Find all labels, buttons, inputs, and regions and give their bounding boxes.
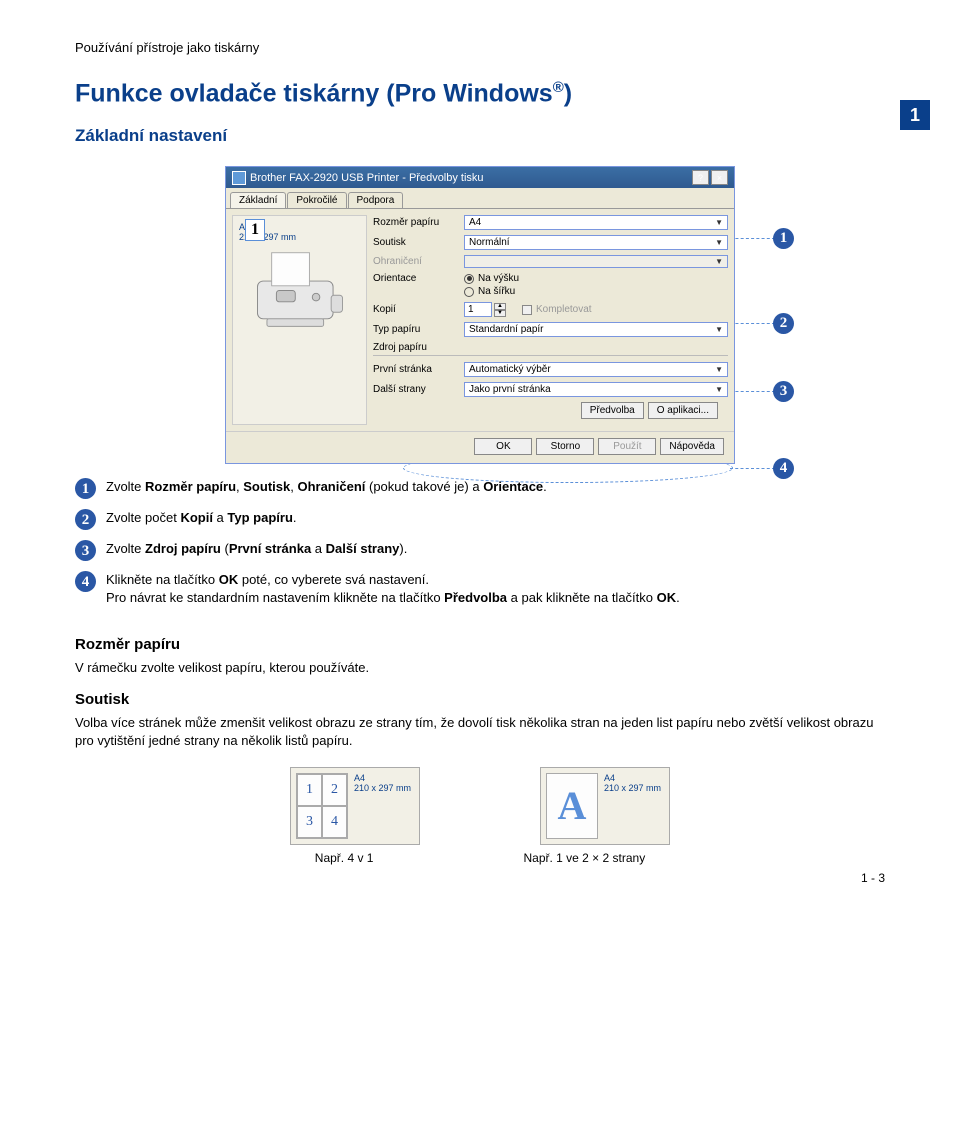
label-first-page: První stránka <box>373 364 458 375</box>
bullet-1: 1 <box>75 478 96 499</box>
callout-2: 2 <box>773 313 794 334</box>
label-copies: Kopií <box>373 304 458 315</box>
copies-value[interactable]: 1 <box>464 302 492 317</box>
registered-mark: ® <box>553 79 564 96</box>
label-border: Ohraničení <box>373 256 458 267</box>
help-button[interactable]: ? <box>692 170 709 185</box>
example-4in1: 1 2 3 4 A4 210 x 297 mm <box>290 767 420 845</box>
label-multipage: Soutisk <box>373 237 458 248</box>
dialog-inner-buttons: Předvolba O aplikaci... <box>373 402 728 425</box>
para-multipage: Volba více stránek může zmenšit velikost… <box>75 714 885 749</box>
close-button[interactable]: × <box>711 170 728 185</box>
instruction-4-text: Klikněte na tlačítko OK poté, co vyberet… <box>106 571 680 606</box>
portrait-label: Na výšku <box>478 273 519 284</box>
label-paper-size: Rozměr papíru <box>373 217 458 228</box>
default-button[interactable]: Předvolba <box>581 402 644 419</box>
instruction-1: 1 Zvolte Rozměr papíru, Soutisk, Ohranič… <box>75 478 885 499</box>
checkbox-icon <box>522 305 532 315</box>
apply-button[interactable]: Použít <box>598 438 656 455</box>
callout-4: 4 <box>773 458 794 479</box>
dialog-body: A4 210 x 297 mm Rozměr papíru A4▼ <box>226 209 734 431</box>
titlebar-left: Brother FAX-2920 USB Printer - Předvolby… <box>232 171 484 185</box>
paper-size-select[interactable]: A4▼ <box>464 215 728 230</box>
grid-cell-1: 1 <box>297 774 322 806</box>
radio-portrait[interactable]: Na výšku <box>464 273 519 284</box>
page-number: 1 - 3 <box>861 871 885 885</box>
printer-icon <box>232 171 246 185</box>
grid-cell-2: 2 <box>322 774 347 806</box>
caption-poster: Např. 1 ve 2 × 2 strany <box>523 851 645 865</box>
first-page-select[interactable]: Automatický výběr▼ <box>464 362 728 377</box>
paper-type-select[interactable]: Standardní papír▼ <box>464 322 728 337</box>
subhead-paper-size: Rozměr papíru <box>75 636 885 653</box>
help-button-bottom[interactable]: Nápověda <box>660 438 724 455</box>
instruction-2: 2 Zvolte počet Kopií a Typ papíru. <box>75 509 885 530</box>
thumb-poster: A <box>546 773 598 839</box>
label-orientation: Orientace <box>373 273 458 284</box>
about-button[interactable]: O aplikaci... <box>648 402 718 419</box>
dialog-wrap: 1 Brother FAX-2920 USB Printer - Předvol… <box>225 166 735 464</box>
callout-3: 3 <box>773 381 794 402</box>
letter-a-icon: A <box>558 788 587 824</box>
subhead-multipage: Soutisk <box>75 691 885 708</box>
instruction-3-text: Zvolte Zdroj papíru (První stránka a Dal… <box>106 540 407 558</box>
callout-line-4 <box>730 468 775 469</box>
cancel-button[interactable]: Storno <box>536 438 594 455</box>
tabs: Základní Pokročilé Podpora <box>226 188 734 209</box>
example-row: 1 2 3 4 A4 210 x 297 mm A A4 210 x 297 m… <box>75 767 885 845</box>
label-paper-type: Typ papíru <box>373 324 458 335</box>
instruction-4: 4 Klikněte na tlačítko OK poté, co vyber… <box>75 571 885 606</box>
bullet-3: 3 <box>75 540 96 561</box>
titlebar: Brother FAX-2920 USB Printer - Předvolby… <box>226 167 734 188</box>
para-paper-size: V rámečku zvolte velikost papíru, kterou… <box>75 659 885 677</box>
caption-4in1: Např. 4 v 1 <box>315 851 374 865</box>
thumb-spec-2: A4 210 x 297 mm <box>604 773 661 793</box>
printer-illustration <box>245 248 355 333</box>
example-captions: Např. 4 v 1 Např. 1 ve 2 × 2 strany <box>75 851 885 865</box>
bullet-2: 2 <box>75 509 96 530</box>
chapter-badge: 1 <box>900 100 930 130</box>
border-select: ▼ <box>464 255 728 268</box>
grid-cell-4: 4 <box>322 806 347 838</box>
landscape-label: Na šířku <box>478 286 515 297</box>
copies-spinner[interactable]: 1 ▲▼ <box>464 302 506 317</box>
orientation-group: Na výšku Na šířku <box>464 273 519 297</box>
thumb-spec-1: A4 210 x 297 mm <box>354 773 411 793</box>
preview-pane: A4 210 x 297 mm <box>232 215 367 425</box>
print-dialog: Brother FAX-2920 USB Printer - Předvolby… <box>225 166 735 464</box>
grid-cell-3: 3 <box>297 806 322 838</box>
thumb-grid: 1 2 3 4 <box>296 773 348 839</box>
instruction-list: 1 Zvolte Rozměr papíru, Soutisk, Ohranič… <box>75 478 885 606</box>
collate-label: Kompletovat <box>536 304 592 315</box>
ok-button[interactable]: OK <box>474 438 532 455</box>
label-paper-source: Zdroj papíru <box>373 342 728 356</box>
radio-landscape[interactable]: Na šířku <box>464 286 519 297</box>
collate-check: Kompletovat <box>522 304 592 315</box>
label-other-pages: Další strany <box>373 384 458 395</box>
spin-buttons[interactable]: ▲▼ <box>494 303 506 317</box>
dialog-title: Brother FAX-2920 USB Printer - Předvolby… <box>250 172 484 184</box>
instruction-1-text: Zvolte Rozměr papíru, Soutisk, Ohraničen… <box>106 478 547 496</box>
left-callout-box: 1 <box>245 219 265 241</box>
header-path: Používání přístroje jako tiskárny <box>75 40 885 55</box>
page-title: Funkce ovladače tiskárny (Pro Windows®) <box>75 79 885 108</box>
instruction-2-text: Zvolte počet Kopií a Typ papíru. <box>106 509 297 527</box>
example-poster: A A4 210 x 297 mm <box>540 767 670 845</box>
settings-pane: Rozměr papíru A4▼ Soutisk Normální▼ Ohra… <box>373 215 728 425</box>
tab-basic[interactable]: Základní <box>230 192 286 208</box>
callout-1: 1 <box>773 228 794 249</box>
bullet-4: 4 <box>75 571 96 592</box>
tab-support[interactable]: Podpora <box>348 192 404 208</box>
dialog-footer-buttons: OK Storno Použít Nápověda <box>226 431 734 463</box>
title-suffix: ) <box>564 79 572 107</box>
section-title: Základní nastavení <box>75 126 885 146</box>
radio-icon <box>464 274 474 284</box>
instruction-3: 3 Zvolte Zdroj papíru (První stránka a D… <box>75 540 885 561</box>
multipage-select[interactable]: Normální▼ <box>464 235 728 250</box>
radio-icon <box>464 287 474 297</box>
titlebar-buttons: ? × <box>692 170 728 185</box>
tab-advanced[interactable]: Pokročilé <box>287 192 346 208</box>
other-pages-select[interactable]: Jako první stránka▼ <box>464 382 728 397</box>
title-prefix: Funkce ovladače tiskárny (Pro Windows <box>75 79 553 107</box>
